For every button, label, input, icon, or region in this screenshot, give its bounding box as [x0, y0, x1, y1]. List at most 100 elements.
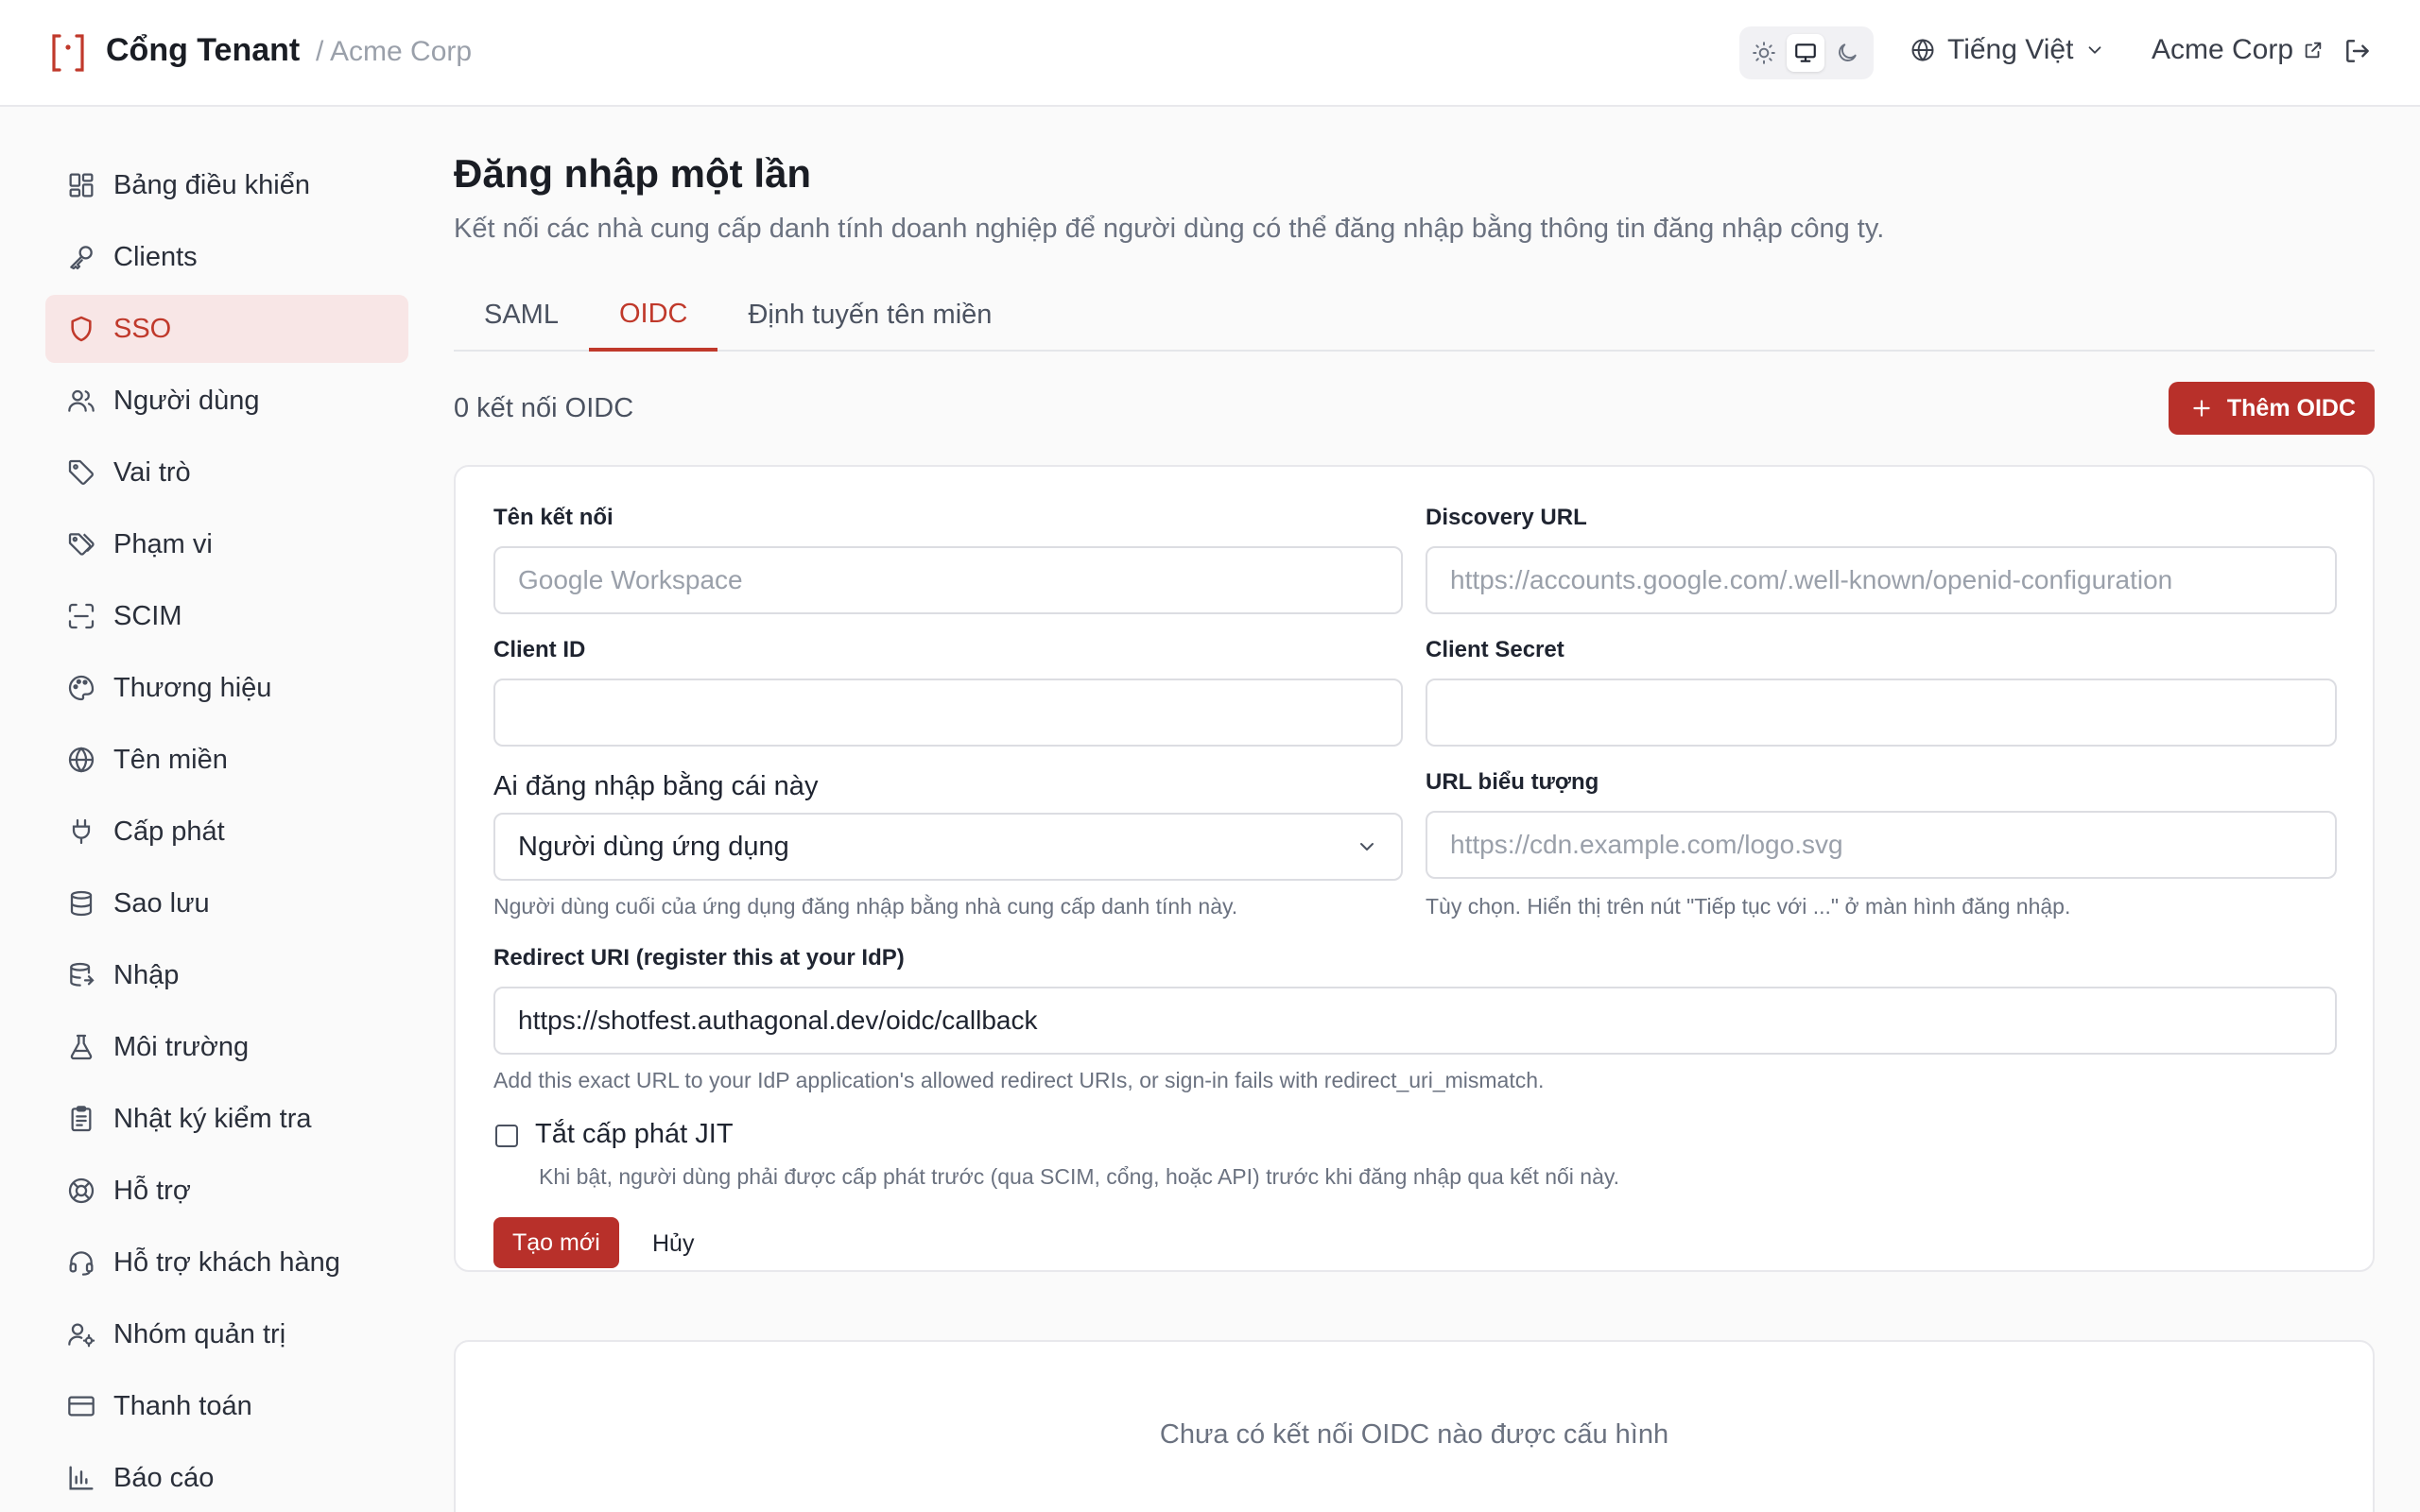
sidebar-item-label: Người dùng [113, 385, 260, 416]
sidebar-item-environments[interactable]: Môi trường [45, 1013, 408, 1081]
clipboard-icon [66, 1104, 96, 1134]
add-oidc-label: Thêm OIDC [2226, 394, 2356, 421]
tenant-external-link[interactable]: Acme Corp [2152, 34, 2324, 66]
sidebar-item-label: Báo cáo [113, 1462, 215, 1493]
sidebar-item-label: Bảng điều khiển [113, 169, 310, 200]
moon-icon [1835, 41, 1859, 65]
connection-count: 0 kết nối OIDC [454, 392, 634, 423]
sidebar-item-billing[interactable]: Thanh toán [45, 1372, 408, 1440]
logo-url-help: Tùy chọn. Hiển thị trên nút "Tiếp tục vớ… [1426, 894, 2071, 919]
sidebar-item-users[interactable]: Người dùng [45, 367, 408, 435]
sidebar-nav: Bảng điều khiển Clients SSO Người dùng V… [45, 151, 408, 1512]
audience-select[interactable]: Người dùng ứng dụng [493, 813, 1403, 881]
sso-tabs: SAML OIDC Định tuyến tên miền [454, 280, 2375, 352]
client-secret-input[interactable] [1426, 679, 2337, 747]
cancel-button[interactable]: Hủy [652, 1230, 694, 1258]
key-icon [66, 242, 96, 272]
page-title: Đăng nhập một lần [454, 151, 811, 196]
sidebar-item-dashboard[interactable]: Bảng điều khiển [45, 151, 408, 219]
client-id-label: Client ID [493, 637, 586, 662]
sidebar-item-label: Sao lưu [113, 887, 210, 919]
sidebar-item-label: Thanh toán [113, 1390, 252, 1421]
top-header: Cổng Tenant / Acme Corp Tiếng Việt Acme … [0, 0, 2420, 107]
sidebar-item-provisioning[interactable]: Cấp phát [45, 798, 408, 866]
tab-oidc[interactable]: OIDC [588, 280, 718, 352]
logo-url-input[interactable] [1426, 811, 2337, 879]
sidebar-item-sso[interactable]: SSO [45, 295, 408, 363]
dashboard-icon [66, 170, 96, 200]
chevron-down-icon [2084, 40, 2105, 60]
sidebar-item-scim[interactable]: SCIM [45, 582, 408, 650]
headset-icon [66, 1247, 96, 1278]
connection-name-label: Tên kết nối [493, 505, 614, 530]
page-description: Kết nối các nhà cung cấp danh tính doanh… [454, 214, 1885, 244]
sidebar-item-customer-support[interactable]: Hỗ trợ khách hàng [45, 1228, 408, 1297]
connection-name-input[interactable] [493, 546, 1403, 614]
credit-card-icon [66, 1391, 96, 1421]
logo-url-label: URL biểu tượng [1426, 769, 1599, 795]
theme-light-button[interactable] [1745, 34, 1783, 72]
plug-icon [66, 816, 96, 847]
client-id-input[interactable] [493, 679, 1403, 747]
audience-help: Người dùng cuối của ứng dụng đăng nhập b… [493, 894, 1238, 919]
tenant-breadcrumb: / Acme Corp [316, 36, 473, 67]
tag-icon [66, 457, 96, 488]
chevron-down-icon [1356, 835, 1378, 858]
sidebar-item-label: Môi trường [113, 1031, 250, 1062]
disable-jit-help: Khi bật, người dùng phải được cấp phát t… [539, 1164, 1620, 1189]
sidebar-item-roles[interactable]: Vai trò [45, 438, 408, 507]
redirect-uri-input[interactable] [493, 987, 2337, 1055]
oidc-form-card: Tên kết nối Discovery URL Client ID Clie… [454, 465, 2375, 1272]
discovery-url-label: Discovery URL [1426, 505, 1587, 530]
sun-icon [1752, 41, 1776, 65]
language-selector[interactable]: Tiếng Việt [1910, 34, 2105, 66]
sidebar-item-label: Nhật ký kiểm tra [113, 1103, 312, 1134]
tags-icon [66, 529, 96, 559]
theme-system-button[interactable] [1787, 34, 1824, 72]
sidebar-item-admin-groups[interactable]: Nhóm quản trị [45, 1300, 408, 1368]
disable-jit-label: Tắt cấp phát JIT [535, 1119, 734, 1149]
flask-icon [66, 1032, 96, 1062]
main-content: Đăng nhập một lần Kết nối các nhà cung c… [454, 151, 2375, 1512]
language-label: Tiếng Việt [1947, 34, 2074, 65]
theme-toggle [1739, 26, 1874, 79]
sidebar-item-label: Hỗ trợ [113, 1175, 191, 1206]
disable-jit-checkbox[interactable] [495, 1125, 518, 1147]
palette-icon [66, 673, 96, 703]
sidebar-item-scopes[interactable]: Phạm vi [45, 510, 408, 578]
sidebar-item-support[interactable]: Hỗ trợ [45, 1157, 408, 1225]
bar-chart-icon [66, 1463, 96, 1493]
create-button[interactable]: Tạo mới [493, 1217, 619, 1268]
tab-domain-routing[interactable]: Định tuyến tên miền [717, 280, 1022, 350]
sidebar-item-label: Hỗ trợ khách hàng [113, 1246, 340, 1278]
audience-selected-value: Người dùng ứng dụng [518, 831, 789, 862]
empty-state-text: Chưa có kết nối OIDC nào được cấu hình [1159, 1418, 1669, 1450]
brand-logo-icon [49, 32, 87, 74]
sidebar-item-backup[interactable]: Sao lưu [45, 869, 408, 937]
discovery-url-input[interactable] [1426, 546, 2337, 614]
tenant-link-label: Acme Corp [2152, 34, 2294, 65]
theme-dark-button[interactable] [1828, 34, 1866, 72]
sidebar-item-domains[interactable]: Tên miền [45, 726, 408, 794]
connections-toolbar: 0 kết nối OIDC Thêm OIDC [454, 382, 2375, 435]
database-icon [66, 888, 96, 919]
lifebuoy-icon [66, 1176, 96, 1206]
external-link-icon [2303, 40, 2324, 60]
sidebar-item-label: SCIM [113, 600, 182, 631]
sidebar-item-audit-log[interactable]: Nhật ký kiểm tra [45, 1085, 408, 1153]
brand-title: Cổng Tenant [106, 32, 301, 68]
logout-icon[interactable] [2342, 36, 2373, 66]
users-icon [66, 386, 96, 416]
sidebar-item-reports[interactable]: Báo cáo [45, 1444, 408, 1512]
plus-icon [2189, 396, 2214, 421]
sidebar-item-label: Clients [113, 241, 198, 272]
sidebar-item-branding[interactable]: Thương hiệu [45, 654, 408, 722]
empty-state-card: Chưa có kết nối OIDC nào được cấu hình [454, 1340, 2375, 1512]
sidebar-item-import[interactable]: Nhập [45, 941, 408, 1009]
add-oidc-button[interactable]: Thêm OIDC [2168, 382, 2375, 435]
client-secret-label: Client Secret [1426, 637, 1564, 662]
sidebar-item-label: Tên miền [113, 744, 228, 775]
tab-saml[interactable]: SAML [454, 280, 589, 350]
globe-icon [66, 745, 96, 775]
sidebar-item-clients[interactable]: Clients [45, 223, 408, 291]
